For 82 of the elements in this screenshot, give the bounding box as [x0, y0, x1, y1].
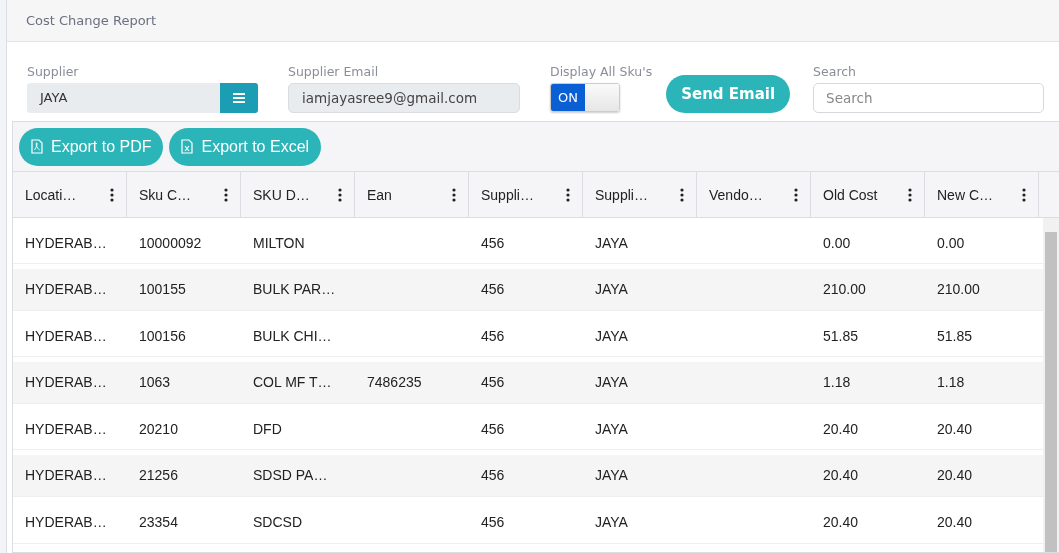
column-header: Vendo…	[709, 186, 763, 203]
scrollbar-thumb[interactable]	[1045, 232, 1057, 552]
table-cell-text: 210.00	[936, 281, 981, 298]
email-field[interactable]: iamjayasree9@gmail.com	[288, 83, 520, 113]
table-cell-text: BULK PAR…	[252, 281, 337, 298]
column-header: SKU D…	[253, 186, 310, 203]
table-cell-text: MILTON	[252, 234, 306, 251]
table-cell-text: 51.85	[936, 327, 974, 344]
column-header: Old Cost	[823, 186, 878, 203]
field-label: Display All Sku's	[550, 64, 653, 81]
table-cell-text: 1.18	[936, 374, 966, 391]
column-menu-icon[interactable]	[224, 187, 228, 202]
table-cell-text: 210.00	[822, 281, 867, 298]
table-cell-text: 456	[480, 420, 506, 437]
table-cell-text: JAYA	[594, 420, 629, 437]
field-label: Search	[813, 64, 858, 81]
table-cell-text: JAYA	[594, 281, 629, 298]
column-header: Ean	[367, 186, 392, 203]
table-cell-text: 456	[480, 374, 506, 391]
pdf-file-icon	[31, 139, 43, 154]
column-menu-icon[interactable]	[680, 187, 684, 202]
table-cell-text: HYDERAB…	[24, 514, 108, 531]
table-cell-text: SDCSD	[252, 514, 303, 531]
column-menu-icon[interactable]	[452, 187, 456, 202]
table-cell-text: 456	[480, 467, 506, 484]
table-cell-text: 1.18	[822, 374, 852, 391]
column-menu-icon[interactable]	[110, 187, 114, 202]
table-cell-text: 20.40	[936, 420, 974, 437]
column-header: New C…	[937, 186, 993, 203]
menu-icon	[233, 93, 245, 103]
table-cell-text: 1063	[138, 374, 172, 391]
table-cell-text: 10000092	[138, 234, 203, 251]
table-cell-text: JAYA	[594, 234, 629, 251]
excel-file-icon	[181, 139, 194, 154]
table-cell-text: 7486235	[366, 374, 423, 391]
column-header: Locati…	[25, 186, 77, 203]
table-cell-text: JAYA	[594, 374, 629, 391]
column-header: Suppli…	[481, 186, 534, 203]
table-cell-text: SDSD PA…	[252, 467, 329, 484]
column-menu-icon[interactable]	[1022, 187, 1026, 202]
table-cell-text: 456	[480, 234, 506, 251]
table-cell-text: JAYA	[594, 327, 629, 344]
table-cell-text: 51.85	[822, 327, 860, 344]
table-cell-text: 23354	[138, 514, 179, 531]
page-title: Cost Change Report	[26, 13, 157, 28]
table-cell-text: 21256	[138, 467, 179, 484]
table-cell-text: 0.00	[936, 234, 966, 251]
table-cell-text: COL MF T…	[252, 374, 333, 391]
column-menu-icon[interactable]	[794, 187, 798, 202]
table-cell-text: 20.40	[822, 467, 860, 484]
table-cell-text: 100155	[138, 281, 187, 298]
table-cell-text: 0.00	[822, 234, 852, 251]
column-header: Suppli…	[595, 186, 648, 203]
table-cell-text: HYDERAB…	[24, 420, 108, 437]
table-cell-text: 100156	[138, 327, 187, 344]
table-cell-text: 20.40	[822, 420, 860, 437]
table-cell-text: 20.40	[822, 514, 860, 531]
table-cell-text: JAYA	[594, 514, 629, 531]
field-label: Supplier Email	[288, 64, 380, 81]
field-label: Supplier	[27, 64, 80, 81]
table-cell-text: 20.40	[936, 467, 974, 484]
column-menu-icon[interactable]	[566, 187, 570, 202]
table-cell-text: HYDERAB…	[24, 327, 108, 344]
table-cell-text: BULK CHI…	[252, 327, 333, 344]
column-menu-icon[interactable]	[908, 187, 912, 202]
display-toggle[interactable]: ON	[550, 83, 620, 112]
table-cell-text: HYDERAB…	[24, 467, 108, 484]
table-cell-text: HYDERAB…	[24, 234, 108, 251]
table-cell-text: DFD	[252, 420, 283, 437]
list-button[interactable]	[220, 83, 258, 113]
table-cell-text: 456	[480, 281, 506, 298]
table-cell-text: 20.40	[936, 514, 974, 531]
table-cell-text: 20210	[138, 420, 179, 437]
column-menu-icon[interactable]	[338, 187, 342, 202]
table-cell-text: 456	[480, 327, 506, 344]
search-field[interactable]: Search	[813, 83, 1045, 113]
table-cell-text: HYDERAB…	[24, 374, 108, 391]
table-cell-text: JAYA	[594, 467, 629, 484]
supplier-select[interactable]: JAYA	[27, 83, 258, 113]
table-cell-text: 456	[480, 514, 506, 531]
column-header: Sku C…	[139, 186, 192, 203]
table-cell-text: HYDERAB…	[24, 281, 108, 298]
